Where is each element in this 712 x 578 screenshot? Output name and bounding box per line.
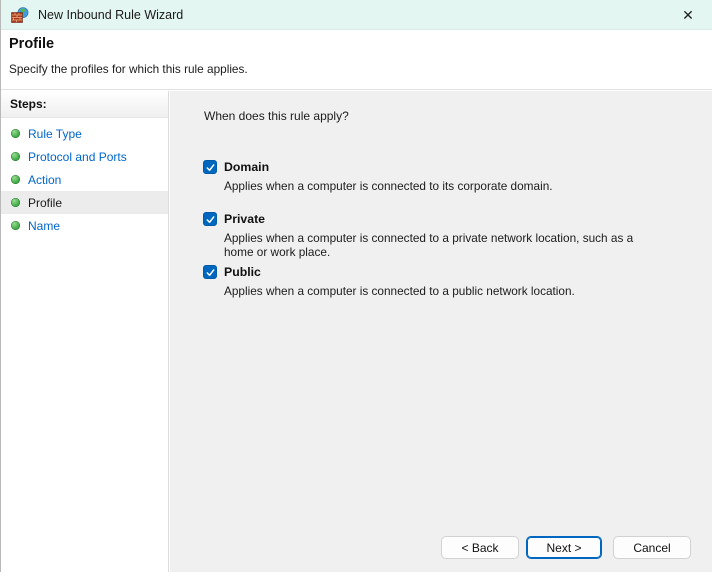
steps-list: Rule Type Protocol and Ports Action Prof…	[1, 118, 168, 237]
step-bullet-icon	[11, 175, 20, 184]
steps-sidebar: Steps: Rule Type Protocol and Ports Acti…	[1, 91, 169, 572]
step-bullet-icon	[11, 129, 20, 138]
public-description: Applies when a computer is connected to …	[224, 284, 575, 298]
domain-description: Applies when a computer is connected to …	[224, 179, 553, 193]
private-checkbox[interactable]	[203, 212, 217, 226]
step-item-profile-current: Profile	[1, 191, 168, 214]
close-icon[interactable]: ✕	[674, 3, 702, 27]
back-button[interactable]: < Back	[441, 536, 519, 559]
checkmark-icon	[206, 268, 214, 276]
step-label: Protocol and Ports	[28, 149, 127, 164]
domain-checkbox-label[interactable]: Domain	[224, 160, 269, 174]
cancel-button[interactable]: Cancel	[613, 536, 691, 559]
private-description: Applies when a computer is connected to …	[224, 231, 634, 259]
title-bar: New Inbound Rule Wizard ✕	[1, 0, 712, 30]
page-header: Profile Specify the profiles for which t…	[1, 31, 712, 90]
private-checkbox-label[interactable]: Private	[224, 212, 265, 226]
domain-checkbox[interactable]	[203, 160, 217, 174]
step-item-rule-type: Rule Type	[1, 122, 168, 145]
page-subtitle: Specify the profiles for which this rule…	[9, 62, 248, 76]
private-checkbox-row[interactable]: Private	[203, 212, 636, 226]
step-bullet-icon	[11, 152, 20, 161]
step-label: Rule Type	[28, 126, 82, 141]
next-button[interactable]: Next >	[526, 536, 602, 559]
public-checkbox[interactable]	[203, 265, 217, 279]
question-text: When does this rule apply?	[204, 109, 349, 123]
public-checkbox-label[interactable]: Public	[224, 265, 261, 279]
wizard-window: New Inbound Rule Wizard ✕ Profile Specif…	[0, 0, 712, 572]
step-item-protocol-and-ports: Protocol and Ports	[1, 145, 168, 168]
domain-checkbox-row[interactable]: Domain	[203, 160, 553, 174]
page-title: Profile	[9, 36, 55, 52]
public-checkbox-row[interactable]: Public	[203, 265, 575, 279]
steps-heading: Steps:	[1, 91, 168, 118]
checkmark-icon	[206, 163, 214, 171]
step-item-action: Action	[1, 168, 168, 191]
firewall-icon	[11, 6, 29, 23]
profile-group-public: Public Applies when a computer is connec…	[203, 265, 575, 299]
step-label: Name	[28, 218, 61, 233]
step-bullet-icon	[11, 198, 20, 207]
profile-group-domain: Domain Applies when a computer is connec…	[203, 160, 553, 194]
step-bullet-icon	[11, 221, 20, 230]
checkmark-icon	[206, 215, 214, 223]
step-label: Action	[28, 172, 62, 187]
profile-group-private: Private Applies when a computer is conne…	[203, 212, 636, 259]
step-item-name: Name	[1, 214, 168, 237]
window-title: New Inbound Rule Wizard	[38, 7, 184, 22]
step-label: Profile	[28, 195, 63, 210]
